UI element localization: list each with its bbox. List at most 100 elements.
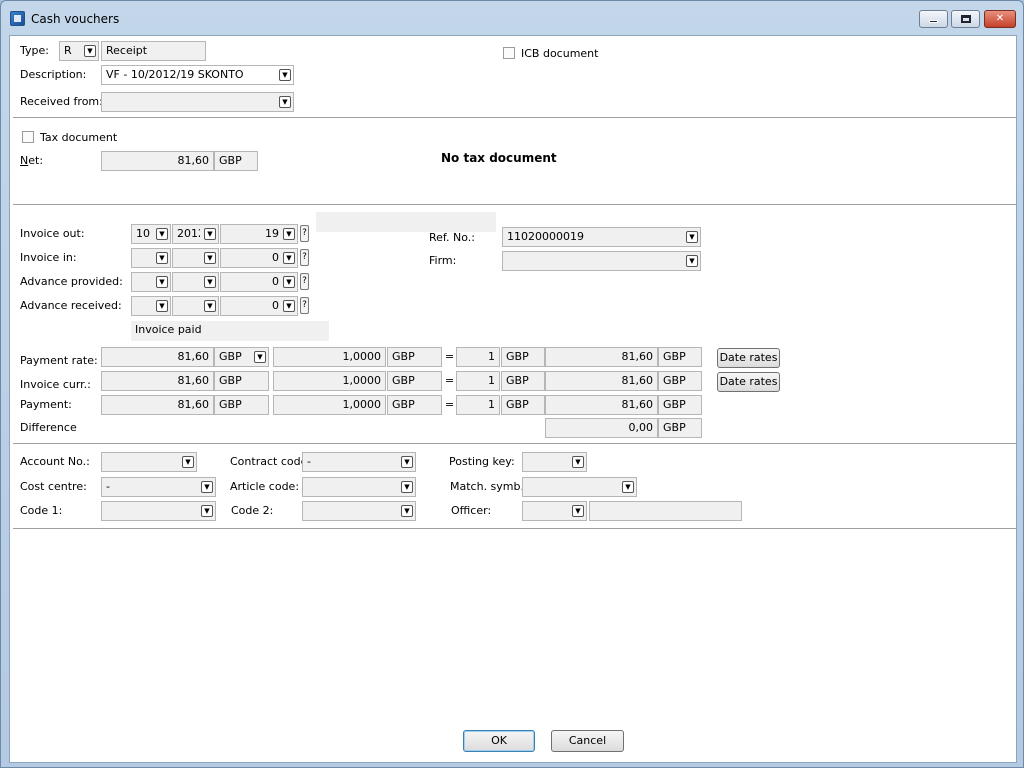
- help-icon[interactable]: ?: [300, 225, 309, 242]
- date-rates-button[interactable]: Date rates: [717, 348, 780, 368]
- posting-key-combo[interactable]: ▼: [522, 452, 587, 472]
- type-code-combo[interactable]: R ▼: [59, 41, 99, 61]
- chevron-down-icon[interactable]: ▼: [254, 351, 266, 363]
- advance-received-part-b[interactable]: ▼: [172, 296, 219, 316]
- chevron-down-icon[interactable]: ▼: [283, 276, 295, 288]
- payment-rate-label: Payment rate:: [20, 354, 98, 367]
- chevron-down-icon[interactable]: ▼: [622, 481, 634, 493]
- type-name-field: Receipt: [101, 41, 206, 61]
- cost-centre-combo[interactable]: - ▼: [101, 477, 216, 497]
- chevron-down-icon[interactable]: ▼: [182, 456, 194, 468]
- invoice-curr-rate[interactable]: 1,0000: [273, 371, 386, 391]
- chevron-down-icon[interactable]: ▼: [156, 300, 168, 312]
- advance-provided-part-c[interactable]: 0 ▼: [220, 272, 298, 292]
- ref-no-combo[interactable]: 11020000019 ▼: [502, 227, 701, 247]
- tax-notice: No tax document: [441, 151, 557, 165]
- ok-button[interactable]: OK: [463, 730, 535, 752]
- net-amount-field[interactable]: 81,60: [101, 151, 214, 171]
- chevron-down-icon[interactable]: ▼: [156, 276, 168, 288]
- description-value: VF - 10/2012/19 SKONTO: [106, 68, 244, 81]
- net-label-mnemonic: N: [20, 154, 29, 167]
- advance-received-label: Advance received:: [20, 299, 122, 312]
- advance-received-part-c[interactable]: 0 ▼: [220, 296, 298, 316]
- chevron-down-icon[interactable]: ▼: [201, 505, 213, 517]
- invoice-out-part-c[interactable]: 19 ▼: [220, 224, 298, 244]
- cancel-button[interactable]: Cancel: [551, 730, 624, 752]
- chevron-down-icon[interactable]: ▼: [283, 252, 295, 264]
- invoice-out-part-a[interactable]: 10 ▼: [131, 224, 171, 244]
- advance-provided-part-a[interactable]: ▼: [131, 272, 171, 292]
- payment-rate-qty[interactable]: 1: [456, 347, 500, 367]
- code-2-combo[interactable]: ▼: [302, 501, 416, 521]
- payment-rate-amount[interactable]: 81,60: [101, 347, 214, 367]
- chevron-down-icon[interactable]: ▼: [201, 481, 213, 493]
- chevron-down-icon[interactable]: ▼: [156, 228, 168, 240]
- chevron-down-icon[interactable]: ▼: [401, 481, 413, 493]
- icb-document-checkbox[interactable]: [503, 47, 515, 59]
- chevron-down-icon[interactable]: ▼: [572, 456, 584, 468]
- title-bar[interactable]: Cash vouchers ✕: [1, 1, 1023, 35]
- invoice-curr-total-currency: GBP: [658, 371, 702, 391]
- advance-provided-part-b[interactable]: ▼: [172, 272, 219, 292]
- article-code-combo[interactable]: ▼: [302, 477, 416, 497]
- firm-combo[interactable]: ▼: [502, 251, 701, 271]
- code-1-combo[interactable]: ▼: [101, 501, 216, 521]
- payment-rate-total[interactable]: 81,60: [545, 347, 658, 367]
- chevron-down-icon[interactable]: ▼: [401, 456, 413, 468]
- payment-qty[interactable]: 1: [456, 395, 500, 415]
- invoice-in-part-c[interactable]: 0 ▼: [220, 248, 298, 268]
- tax-document-checkbox[interactable]: [22, 131, 34, 143]
- chevron-down-icon[interactable]: ▼: [283, 228, 295, 240]
- help-icon[interactable]: ?: [300, 297, 309, 314]
- help-icon[interactable]: ?: [300, 273, 309, 290]
- chevron-down-icon[interactable]: ▼: [686, 231, 698, 243]
- chevron-down-icon[interactable]: ▼: [84, 45, 96, 57]
- chevron-down-icon[interactable]: ▼: [204, 300, 216, 312]
- payment-rate-value[interactable]: 1,0000: [273, 395, 386, 415]
- advance-received-part-a[interactable]: ▼: [131, 296, 171, 316]
- chevron-down-icon[interactable]: ▼: [279, 69, 291, 81]
- chevron-down-icon[interactable]: ▼: [572, 505, 584, 517]
- invoice-curr-qty[interactable]: 1: [456, 371, 500, 391]
- contract-code-combo[interactable]: - ▼: [302, 452, 416, 472]
- payment-rate-value-currency: GBP: [387, 395, 442, 415]
- chevron-down-icon[interactable]: ▼: [401, 505, 413, 517]
- date-rates-button[interactable]: Date rates: [717, 372, 780, 392]
- advance-received-c-value: 0: [272, 299, 279, 312]
- chevron-down-icon[interactable]: ▼: [204, 228, 216, 240]
- chevron-down-icon[interactable]: ▼: [204, 252, 216, 264]
- payment-rate-currency-combo[interactable]: GBP ▼: [214, 347, 269, 367]
- invoice-curr-amount[interactable]: 81,60: [101, 371, 214, 391]
- description-combo[interactable]: VF - 10/2012/19 SKONTO ▼: [101, 65, 294, 85]
- received-from-combo[interactable]: ▼: [101, 92, 294, 112]
- equals-sign: =: [445, 374, 455, 387]
- chevron-down-icon[interactable]: ▼: [279, 96, 291, 108]
- help-icon[interactable]: ?: [300, 249, 309, 266]
- invoice-in-part-a[interactable]: ▼: [131, 248, 171, 268]
- match-symb-combo[interactable]: ▼: [522, 477, 637, 497]
- chevron-down-icon[interactable]: ▼: [283, 300, 295, 312]
- officer-code-combo[interactable]: ▼: [522, 501, 587, 521]
- chevron-down-icon[interactable]: ▼: [686, 255, 698, 267]
- invoice-out-a-value: 10: [136, 227, 150, 240]
- close-button[interactable]: ✕: [984, 10, 1016, 28]
- maximize-button[interactable]: [951, 10, 980, 28]
- account-no-combo[interactable]: ▼: [101, 452, 197, 472]
- invoice-out-part-b[interactable]: 2012 ▼: [172, 224, 219, 244]
- cost-centre-value: -: [106, 480, 110, 493]
- minimize-button[interactable]: [919, 10, 948, 28]
- chevron-down-icon[interactable]: ▼: [204, 276, 216, 288]
- invoice-status: Invoice paid: [131, 321, 329, 341]
- chevron-down-icon[interactable]: ▼: [156, 252, 168, 264]
- payment-total-currency: GBP: [658, 395, 702, 415]
- code-1-label: Code 1:: [20, 504, 63, 517]
- invoice-out-c-value: 19: [265, 227, 279, 240]
- invoice-in-part-b[interactable]: ▼: [172, 248, 219, 268]
- article-code-label: Article code:: [230, 480, 300, 493]
- invoice-curr-total[interactable]: 81,60: [545, 371, 658, 391]
- contract-code-label: Contract code:: [230, 455, 312, 468]
- payment-rate-rate[interactable]: 1,0000: [273, 347, 386, 367]
- invoice-curr-currency: GBP: [214, 371, 269, 391]
- payment-amount[interactable]: 81,60: [101, 395, 214, 415]
- payment-total[interactable]: 81,60: [545, 395, 658, 415]
